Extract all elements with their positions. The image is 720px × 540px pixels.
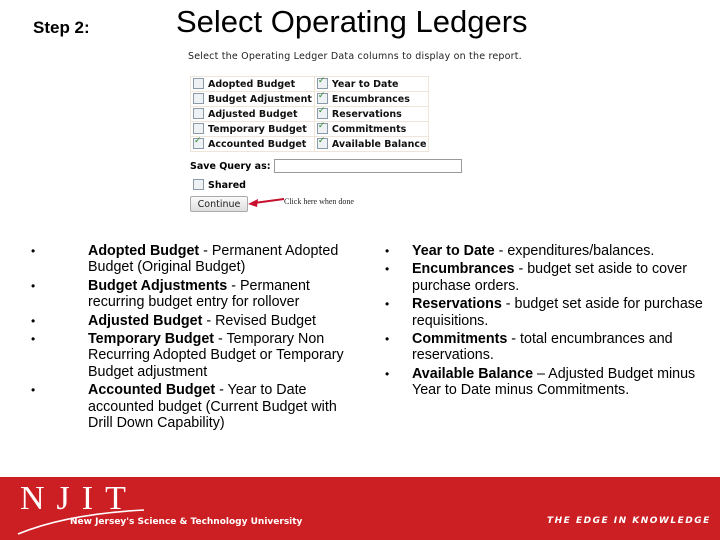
- checkbox-accounted-budget[interactable]: Accounted Budget: [190, 136, 315, 152]
- checkbox-label: Available Balance: [331, 138, 427, 150]
- checkbox-label: Temporary Budget: [208, 123, 307, 135]
- list-item: • Reservations - budget set aside for pur…: [385, 296, 712, 329]
- save-query-input[interactable]: [273, 159, 462, 173]
- checkbox-icon[interactable]: [193, 107, 204, 119]
- checkbox-label: Accounted Budget: [208, 138, 307, 150]
- checkbox-label: Commitments: [331, 123, 407, 135]
- step-label: Step 2:: [33, 18, 90, 37]
- checkbox-icon[interactable]: [316, 76, 328, 89]
- list-item: • Adopted Budget - Permanent Adopted Budg…: [31, 243, 358, 276]
- checkbox-icon[interactable]: [193, 136, 204, 149]
- ledger-columns-grid: Adopted Budget Year to Date Budget Adjus…: [190, 76, 430, 152]
- bullet-icon: •: [31, 332, 36, 347]
- term: Accounted Budget: [88, 382, 216, 399]
- checkbox-label: Adopted Budget: [208, 78, 296, 90]
- term: Temporary Budget: [88, 331, 215, 348]
- intro-text: Select the Operating Ledger Data columns…: [188, 51, 522, 62]
- university-tagline: New Jersey's Science & Technology Univer…: [70, 517, 303, 527]
- checkbox-icon[interactable]: [193, 92, 204, 104]
- bullet-icon: •: [385, 244, 390, 258]
- checkbox-icon[interactable]: [316, 136, 328, 149]
- checkbox-label: Reservations: [331, 108, 402, 120]
- checkbox-temporary-budget[interactable]: Temporary Budget: [190, 121, 315, 137]
- term: Year to Date: [412, 243, 495, 259]
- page-title: Select Operating Ledgers: [176, 4, 528, 39]
- save-query-row: Save Query as:: [190, 159, 462, 173]
- checkbox-icon[interactable]: [316, 121, 328, 134]
- checkbox-label: Encumbrances: [331, 93, 410, 105]
- bullet-icon: •: [385, 366, 390, 381]
- list-item: • Budget Adjustments - Permanent recurrin…: [31, 277, 358, 311]
- checkbox-icon[interactable]: [316, 91, 328, 104]
- arrow-pointer-icon: [248, 198, 285, 207]
- checkbox-label: Budget Adjustment: [208, 93, 312, 105]
- checkbox-label: Adjusted Budget: [208, 108, 298, 120]
- checkbox-adopted-budget[interactable]: Adopted Budget: [190, 76, 315, 92]
- term: Adjusted Budget: [88, 312, 203, 329]
- checkbox-icon[interactable]: [316, 106, 328, 119]
- description: - expenditures/balances.: [494, 243, 655, 259]
- checkbox-available-balance[interactable]: Available Balance: [313, 136, 430, 152]
- list-item: • Encumbrances - budget set aside to cove…: [385, 261, 712, 294]
- checkbox-adjusted-budget[interactable]: Adjusted Budget: [190, 106, 315, 122]
- checkbox-commitments[interactable]: Commitments: [313, 121, 430, 137]
- list-item: • Year to Date - expenditures/balances.: [385, 243, 712, 259]
- list-item: • Available Balance – Adjusted Budget min…: [385, 365, 712, 399]
- continue-button[interactable]: Continue: [190, 196, 248, 212]
- checkbox-icon[interactable]: [193, 77, 204, 89]
- bullet-icon: •: [385, 297, 390, 312]
- list-item: • Commitments - total encumbrances and re…: [385, 331, 712, 364]
- checkbox-year-to-date[interactable]: Year to Date: [313, 76, 430, 92]
- checkbox-encumbrances[interactable]: Encumbrances: [313, 91, 430, 107]
- bullet-icon: •: [31, 244, 36, 258]
- bullet-icon: •: [31, 383, 36, 398]
- list-item: • Temporary Budget - Temporary Non Recurr…: [31, 331, 358, 380]
- bullet-icon: •: [385, 332, 390, 347]
- checkbox-icon[interactable]: [193, 122, 204, 134]
- description: - Revised Budget: [202, 312, 317, 329]
- slogan: THE EDGE IN KNOWLEDGE: [547, 516, 711, 526]
- checkbox-budget-adjustment[interactable]: Budget Adjustment: [190, 91, 315, 107]
- left-definitions-list: • Adopted Budget - Permanent Adopted Budg…: [31, 243, 358, 433]
- checkbox-label: Year to Date: [331, 78, 399, 90]
- ledger-selection-screenshot: Select the Operating Ledger Data columns…: [180, 46, 550, 218]
- term: Available Balance: [412, 365, 534, 382]
- list-item: • Adjusted Budget - Revised Budget: [31, 312, 358, 329]
- term: Adopted Budget: [88, 243, 200, 259]
- bullet-icon: •: [31, 278, 36, 293]
- bullet-icon: •: [385, 262, 390, 277]
- term: Budget Adjustments: [88, 277, 228, 294]
- checkbox-reservations[interactable]: Reservations: [313, 106, 430, 122]
- hint-text: Click here when done: [284, 197, 354, 206]
- right-definitions-list: • Year to Date - expenditures/balances. •…: [385, 243, 712, 401]
- bullet-icon: •: [31, 313, 36, 328]
- term: Commitments: [412, 331, 508, 348]
- term: Reservations: [412, 296, 502, 313]
- save-query-label: Save Query as:: [190, 160, 271, 172]
- shared-label: Shared: [208, 180, 246, 191]
- term: Encumbrances: [412, 261, 515, 278]
- list-item: • Accounted Budget - Year to Date account…: [31, 382, 358, 431]
- shared-checkbox[interactable]: Shared: [193, 179, 246, 191]
- checkbox-icon[interactable]: [193, 179, 204, 190]
